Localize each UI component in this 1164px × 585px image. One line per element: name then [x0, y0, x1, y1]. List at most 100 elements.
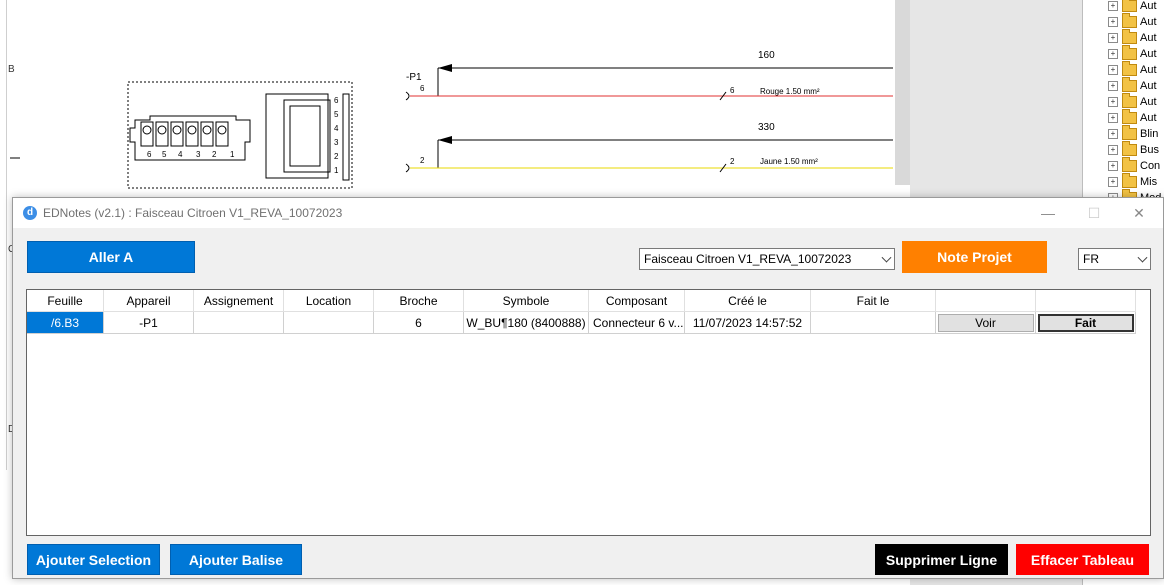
folder-icon — [1122, 93, 1137, 108]
tree-item[interactable]: + Aut — [1108, 29, 1157, 46]
tree-item[interactable]: + Blin — [1108, 125, 1159, 142]
project-select-value: Faisceau Citroen V1_REVA_10072023 — [644, 252, 852, 266]
expand-icon[interactable]: + — [1108, 17, 1118, 27]
folder-icon — [1122, 157, 1137, 172]
tree-item[interactable]: + Aut — [1108, 61, 1157, 78]
column-header[interactable]: Feuille — [27, 290, 104, 312]
cell-fait-le[interactable] — [811, 312, 936, 334]
wire-length: 330 — [758, 122, 775, 133]
effacer-tableau-button[interactable]: Effacer Tableau — [1016, 544, 1149, 575]
column-header — [1036, 290, 1136, 312]
folder-icon — [1122, 109, 1137, 124]
title-bar[interactable]: d EDNotes (v2.1) : Faisceau Citroen V1_R… — [13, 198, 1163, 228]
tree-item[interactable]: + Bus — [1108, 141, 1159, 158]
column-header[interactable]: Fait le — [811, 290, 936, 312]
minimize-icon: — — [1041, 205, 1055, 221]
cell-location[interactable] — [284, 312, 374, 334]
cell-symbole[interactable]: W_BU¶180 (8400888) — [464, 312, 589, 334]
tree-item-label: Blin — [1140, 128, 1159, 140]
cell-broche[interactable]: 6 — [374, 312, 464, 334]
canvas-scrollbar[interactable] — [895, 0, 910, 185]
expand-icon[interactable]: + — [1108, 81, 1118, 91]
pin-label: 1 — [334, 166, 339, 175]
cell-fait: Fait — [1036, 312, 1136, 334]
tree-item-label: Aut — [1140, 112, 1157, 124]
tree-item[interactable]: + Aut — [1108, 13, 1157, 30]
wire-length: 160 — [758, 50, 775, 61]
expand-icon[interactable]: + — [1108, 129, 1118, 139]
tree-item[interactable]: + Aut — [1108, 109, 1157, 126]
row-label: B — [8, 64, 15, 75]
schematic-drawing — [10, 64, 893, 189]
notes-table[interactable]: Feuille Appareil Assignement Location Br… — [26, 289, 1151, 536]
column-header[interactable]: Broche — [374, 290, 464, 312]
cell-composant[interactable]: Connecteur 6 v... — [589, 312, 685, 334]
expand-icon[interactable]: + — [1108, 145, 1118, 155]
table-row[interactable]: /6.B3 -P1 6 W_BU¶180 (8400888) Connecteu… — [27, 312, 1136, 334]
folder-icon — [1122, 13, 1137, 28]
ajouter-balise-button[interactable]: Ajouter Balise — [170, 544, 302, 575]
folder-icon — [1122, 0, 1137, 12]
cell-assignement[interactable] — [194, 312, 284, 334]
wire-pin: 6 — [730, 86, 735, 95]
fait-button[interactable]: Fait — [1037, 313, 1134, 332]
cell-feuille[interactable]: /6.B3 — [27, 312, 104, 334]
tree-item[interactable]: + Aut — [1108, 45, 1157, 62]
wire-label: Rouge 1.50 mm² — [760, 87, 820, 96]
expand-icon[interactable]: + — [1108, 113, 1118, 123]
pin-label: 2 — [334, 152, 339, 161]
tree-item[interactable]: + Aut — [1108, 0, 1157, 14]
expand-icon[interactable]: + — [1108, 49, 1118, 59]
language-select-value: FR — [1083, 252, 1099, 266]
column-header[interactable]: Créé le — [685, 290, 811, 312]
note-projet-button[interactable]: Note Projet — [902, 241, 1047, 273]
column-header[interactable]: Composant — [589, 290, 685, 312]
folder-icon — [1122, 173, 1137, 188]
tree-item-label: Aut — [1140, 96, 1157, 108]
tree-item-label: Aut — [1140, 80, 1157, 92]
folder-icon — [1122, 141, 1137, 156]
voir-button[interactable]: Voir — [937, 313, 1034, 332]
language-select[interactable]: FR — [1078, 248, 1151, 270]
close-button[interactable]: ✕ — [1116, 198, 1162, 228]
folder-icon — [1122, 77, 1137, 92]
minimize-button[interactable]: — — [1025, 198, 1071, 228]
folder-icon — [1122, 29, 1137, 44]
aller-a-button[interactable]: Aller A — [27, 241, 195, 273]
project-select[interactable]: Faisceau Citroen V1_REVA_10072023 — [639, 248, 895, 270]
column-header[interactable]: Location — [284, 290, 374, 312]
tree-item-label: Bus — [1140, 144, 1159, 156]
cell-voir: Voir — [936, 312, 1036, 334]
wire-pin: 2 — [730, 157, 735, 166]
cell-cree-le[interactable]: 11/07/2023 14:57:52 — [685, 312, 811, 334]
tree-item[interactable]: + Aut — [1108, 77, 1157, 94]
maximize-button[interactable]: ☐ — [1071, 198, 1117, 228]
expand-icon[interactable]: + — [1108, 65, 1118, 75]
tree-item-label: Aut — [1140, 32, 1157, 44]
ajouter-selection-button[interactable]: Ajouter Selection — [27, 544, 160, 575]
table-header: Feuille Appareil Assignement Location Br… — [27, 290, 1136, 312]
chevron-down-icon — [1137, 252, 1148, 263]
folder-icon — [1122, 61, 1137, 76]
pin-label: 6 — [334, 96, 339, 105]
schematic-canvas[interactable]: 6 5 4 3 2 1 6 5 4 3 2 1 -P1 160 6 6 Roug… — [0, 0, 900, 200]
tree-item-label: Con — [1140, 160, 1161, 172]
expand-icon[interactable]: + — [1108, 97, 1118, 107]
supprimer-ligne-button[interactable]: Supprimer Ligne — [875, 544, 1008, 575]
pin-label: 6 — [147, 150, 152, 159]
expand-icon[interactable]: + — [1108, 161, 1118, 171]
column-header[interactable]: Appareil — [104, 290, 194, 312]
column-header[interactable]: Symbole — [464, 290, 589, 312]
expand-icon[interactable]: + — [1108, 1, 1118, 11]
close-icon: ✕ — [1133, 204, 1145, 221]
column-header — [936, 290, 1036, 312]
expand-icon[interactable]: + — [1108, 33, 1118, 43]
tree-item[interactable]: + Con — [1108, 157, 1161, 174]
app-icon: d — [23, 206, 37, 220]
tree-item[interactable]: + Mis — [1108, 173, 1157, 190]
maximize-icon: ☐ — [1087, 204, 1101, 221]
expand-icon[interactable]: + — [1108, 177, 1118, 187]
cell-appareil[interactable]: -P1 — [104, 312, 194, 334]
column-header[interactable]: Assignement — [194, 290, 284, 312]
tree-item[interactable]: + Aut — [1108, 93, 1157, 110]
